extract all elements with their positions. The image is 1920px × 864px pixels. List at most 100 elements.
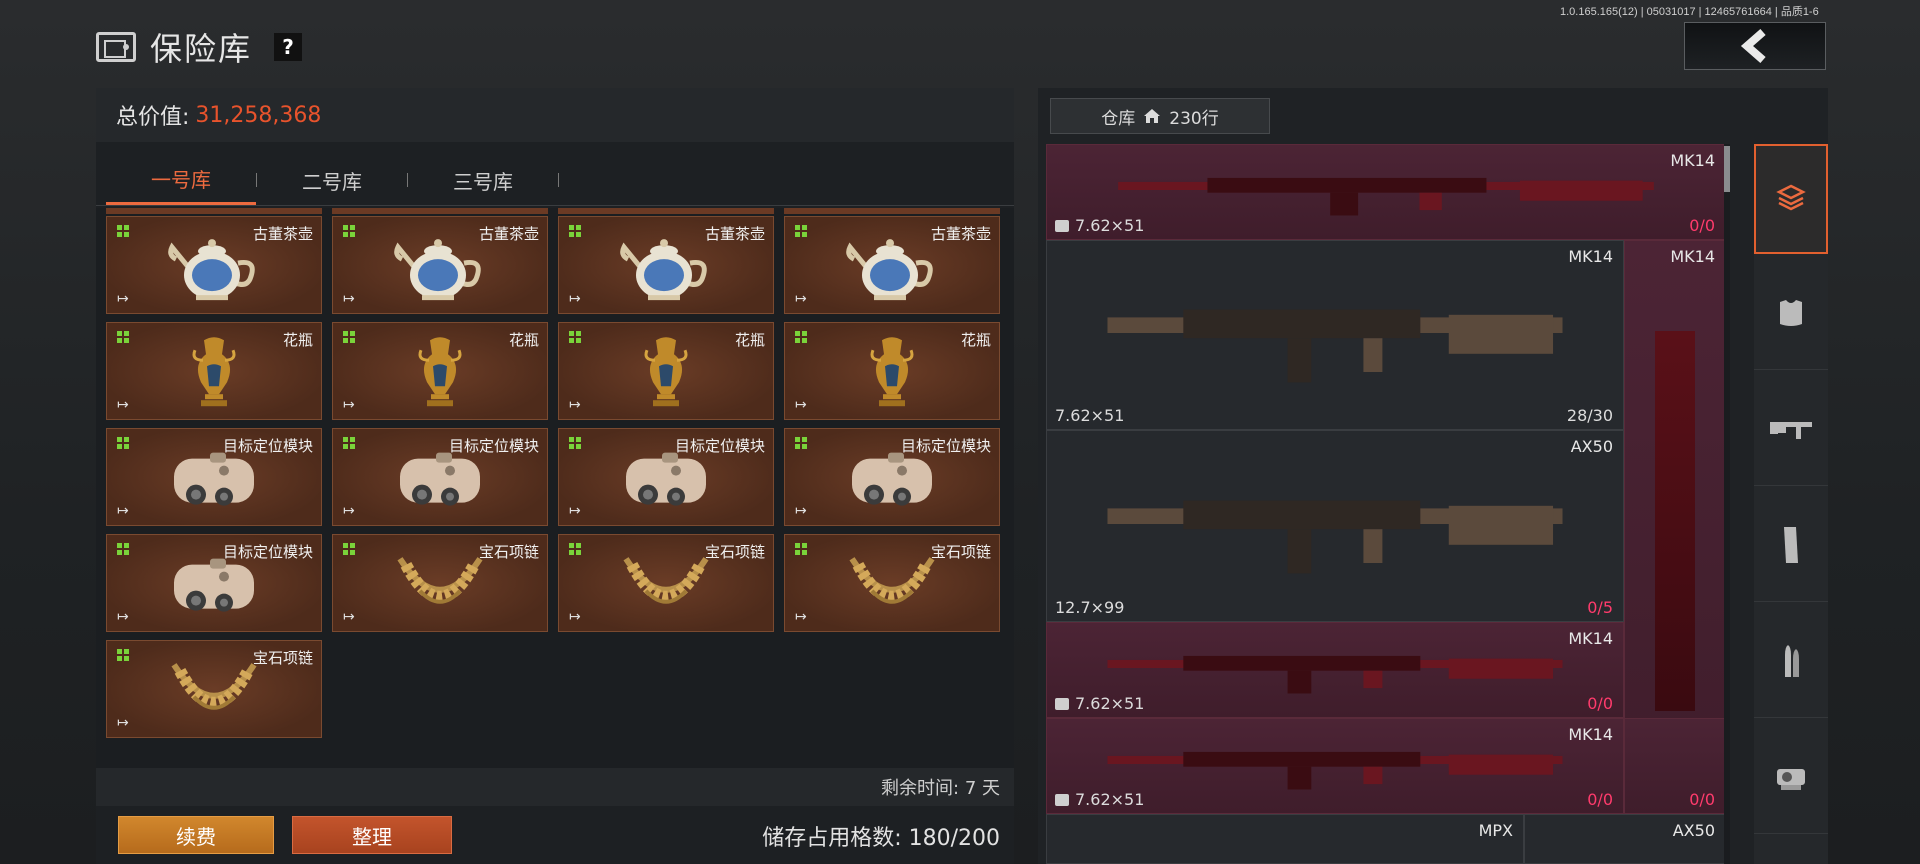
grid-marker-icon — [569, 331, 581, 343]
category-magazine[interactable] — [1754, 492, 1828, 602]
vault-item[interactable]: 目标定位模块 ↦ — [332, 428, 548, 526]
vault-item[interactable]: 花瓶 ↦ — [332, 322, 548, 420]
vault-item[interactable]: 宝石项链 ↦ — [332, 534, 548, 632]
category-ammo[interactable] — [1754, 608, 1828, 718]
take-out-icon[interactable]: ↦ — [795, 503, 807, 519]
warehouse-weapon-item[interactable]: 0/0 — [1624, 718, 1726, 814]
weapon-image — [1098, 459, 1572, 593]
take-out-icon[interactable]: ↦ — [569, 397, 581, 413]
tab-divider — [558, 173, 559, 187]
category-armor-vest[interactable] — [1754, 260, 1828, 370]
vault-item[interactable]: 古董茶壶 ↦ — [784, 216, 1000, 314]
weapon-name: MK14 — [1568, 725, 1613, 744]
back-button[interactable] — [1684, 22, 1826, 70]
grid-marker-icon — [569, 543, 581, 555]
vault-item[interactable]: 花瓶 ↦ — [106, 322, 322, 420]
category-layers[interactable] — [1754, 144, 1828, 254]
take-out-icon[interactable]: ↦ — [343, 609, 355, 625]
grid-marker-icon — [117, 543, 129, 555]
item-name: 花瓶 — [508, 331, 539, 349]
take-out-icon[interactable]: ↦ — [343, 503, 355, 519]
warehouse-weapon-item[interactable]: AX50 — [1524, 814, 1726, 864]
layers-icon — [1776, 182, 1806, 216]
weapon-caliber: 7.62×51 — [1055, 216, 1144, 235]
warehouse-item-list: MK14 7.62×51 0/0 MK14 7.62×51 28/30 MK14 AX50… — [1046, 144, 1726, 864]
vault-item[interactable]: 古董茶壶 ↦ — [106, 216, 322, 314]
warehouse-weapon-item[interactable]: AX50 12.7×99 0/5 — [1046, 430, 1624, 622]
grid-marker-icon — [795, 331, 807, 343]
warehouse-weapon-item[interactable]: MPX — [1046, 814, 1524, 864]
take-out-icon[interactable]: ↦ — [569, 503, 581, 519]
total-value: 31,258,368 — [195, 102, 322, 128]
warehouse-weapon-item[interactable]: MK14 7.62×51 0/0 — [1046, 622, 1624, 718]
take-out-icon[interactable]: ↦ — [117, 503, 129, 519]
vault-item[interactable]: 宝石项链 ↦ — [558, 534, 774, 632]
take-out-icon[interactable]: ↦ — [117, 609, 129, 625]
vault-item[interactable]: 宝石项链 ↦ — [784, 534, 1000, 632]
help-button[interactable]: ? — [274, 33, 303, 61]
partial-item-top — [106, 208, 322, 214]
vault-panel: 总价值: 31,258,368 一号库 二号库 三号库 古董茶壶 ↦ 古董茶壶 ↦ 古董… — [96, 88, 1014, 864]
scroll-thumb[interactable] — [1724, 146, 1730, 192]
vault-item[interactable]: 花瓶 ↦ — [784, 322, 1000, 420]
weapon-image — [1655, 331, 1695, 711]
vault-item[interactable]: 目标定位模块 ↦ — [106, 428, 322, 526]
category-sight[interactable] — [1754, 724, 1828, 834]
vault-item[interactable]: 古董茶壶 ↦ — [332, 216, 548, 314]
vault-tabs: 一号库 二号库 三号库 — [96, 142, 1014, 206]
grid-marker-icon — [117, 225, 129, 237]
home-icon — [1144, 109, 1161, 123]
weapon-name: AX50 — [1672, 821, 1715, 840]
partial-item-top — [332, 208, 548, 214]
vault-item[interactable]: 花瓶 ↦ — [558, 322, 774, 420]
take-out-icon[interactable]: ↦ — [117, 715, 129, 731]
take-out-icon[interactable]: ↦ — [795, 291, 807, 307]
grid-marker-icon — [795, 437, 807, 449]
tab-warehouse[interactable]: 仓库 230行 — [1050, 98, 1270, 134]
take-out-icon[interactable]: ↦ — [117, 397, 129, 413]
take-out-icon[interactable]: ↦ — [343, 291, 355, 307]
tab-vault-3[interactable]: 三号库 — [408, 155, 558, 205]
take-out-icon[interactable]: ↦ — [569, 291, 581, 307]
take-out-icon[interactable]: ↦ — [795, 609, 807, 625]
weapon-image — [1098, 268, 1572, 402]
tab-vault-2[interactable]: 二号库 — [257, 155, 407, 205]
renew-button[interactable]: 续费 — [118, 816, 274, 854]
tab-vault-1[interactable]: 一号库 — [106, 155, 256, 205]
weapon-name: MK14 — [1670, 247, 1715, 266]
sort-button[interactable]: 整理 — [292, 816, 452, 854]
take-out-icon[interactable]: ↦ — [569, 609, 581, 625]
sight-icon — [1773, 761, 1809, 797]
weapon-image — [1107, 157, 1665, 228]
category-sidebar — [1754, 144, 1828, 864]
weapon-name: MPX — [1478, 821, 1513, 840]
header: 保险库 ? — [0, 0, 1920, 82]
vault-item[interactable]: 古董茶壶 ↦ — [558, 216, 774, 314]
total-value-label: 总价值: — [116, 105, 190, 130]
vault-footer: 续费 整理 储存占用格数: 180/200 — [96, 806, 1014, 864]
vault-item[interactable]: 目标定位模块 ↦ — [106, 534, 322, 632]
grid-marker-icon — [117, 331, 129, 343]
weapon-name: MK14 — [1568, 247, 1613, 266]
ammo-count: 0/0 — [1587, 694, 1613, 713]
take-out-icon[interactable]: ↦ — [343, 397, 355, 413]
vault-item[interactable]: 目标定位模块 ↦ — [558, 428, 774, 526]
grid-marker-icon — [795, 543, 807, 555]
warehouse-count: 230行 — [1169, 108, 1219, 129]
weapon-name: AX50 — [1570, 437, 1613, 456]
take-out-icon[interactable]: ↦ — [117, 291, 129, 307]
ammo-count: 0/0 — [1689, 790, 1715, 809]
vault-item[interactable]: 宝石项链 ↦ — [106, 640, 322, 738]
take-out-icon[interactable]: ↦ — [795, 397, 807, 413]
warehouse-weapon-item[interactable]: MK14 7.62×51 28/30 — [1046, 240, 1624, 430]
scrollbar[interactable] — [1724, 144, 1730, 864]
partial-item-top — [558, 208, 774, 214]
category-rifle[interactable] — [1754, 376, 1828, 486]
vault-item[interactable]: 目标定位模块 ↦ — [784, 428, 1000, 526]
warehouse-weapon-item[interactable]: MK14 7.62×51 0/0 — [1046, 718, 1624, 814]
warehouse-weapon-item[interactable]: MK14 7.62×51 0/0 — [1046, 144, 1726, 240]
item-name: 花瓶 — [282, 331, 313, 349]
warehouse-tab-label: 仓库 — [1101, 108, 1136, 129]
weapon-name: MK14 — [1670, 151, 1715, 170]
ammo-count: 0/5 — [1587, 598, 1613, 617]
